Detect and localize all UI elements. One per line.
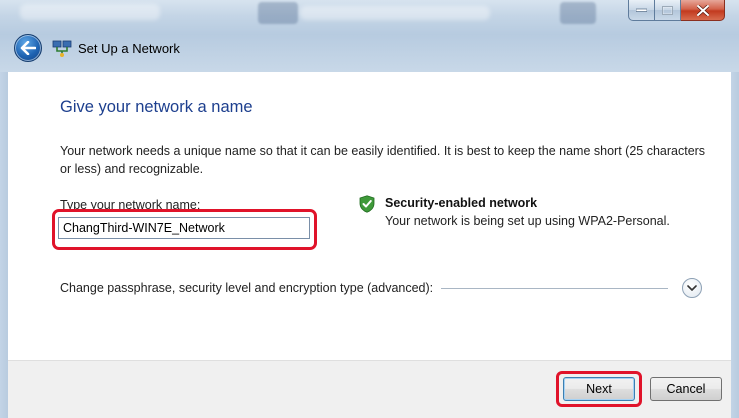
window-title: Set Up a Network xyxy=(78,40,180,56)
title-bar: Set Up a Network xyxy=(14,32,180,64)
window-frame-left xyxy=(0,72,8,418)
network-name-input[interactable] xyxy=(58,217,310,239)
glass-reflection xyxy=(560,2,596,24)
security-title: Security-enabled network xyxy=(385,196,538,210)
maximize-button[interactable] xyxy=(655,0,681,21)
expand-advanced-button[interactable] xyxy=(682,278,702,298)
next-button[interactable]: Next xyxy=(563,377,635,401)
wizard-content: Give your network a name Your network ne… xyxy=(8,72,731,360)
security-description: Your network is being set up using WPA2-… xyxy=(385,214,670,228)
chevron-down-icon xyxy=(687,284,697,291)
caption-buttons xyxy=(628,0,725,22)
window-frame-right xyxy=(731,72,739,418)
glass-reflection xyxy=(300,6,490,20)
shield-check-icon xyxy=(359,195,375,213)
close-icon xyxy=(696,4,709,16)
page-heading: Give your network a name xyxy=(60,98,253,116)
close-button[interactable] xyxy=(681,0,725,21)
glass-reflection xyxy=(20,4,160,20)
divider-line xyxy=(441,287,668,289)
back-arrow-icon xyxy=(20,41,36,55)
minimize-icon xyxy=(636,8,647,12)
glass-reflection xyxy=(258,2,298,24)
advanced-options-label: Change passphrase, security level and en… xyxy=(60,281,434,295)
minimize-button[interactable] xyxy=(628,0,655,21)
cancel-button[interactable]: Cancel xyxy=(650,377,722,401)
back-button[interactable] xyxy=(14,34,42,62)
network-setup-icon xyxy=(52,40,72,57)
wizard-footer: Next Cancel xyxy=(8,360,731,418)
advanced-options-row: Change passphrase, security level and en… xyxy=(60,277,720,299)
maximize-icon xyxy=(662,5,673,15)
page-description: Your network needs a unique name so that… xyxy=(60,144,706,176)
window-chrome: Set Up a Network xyxy=(0,0,739,72)
